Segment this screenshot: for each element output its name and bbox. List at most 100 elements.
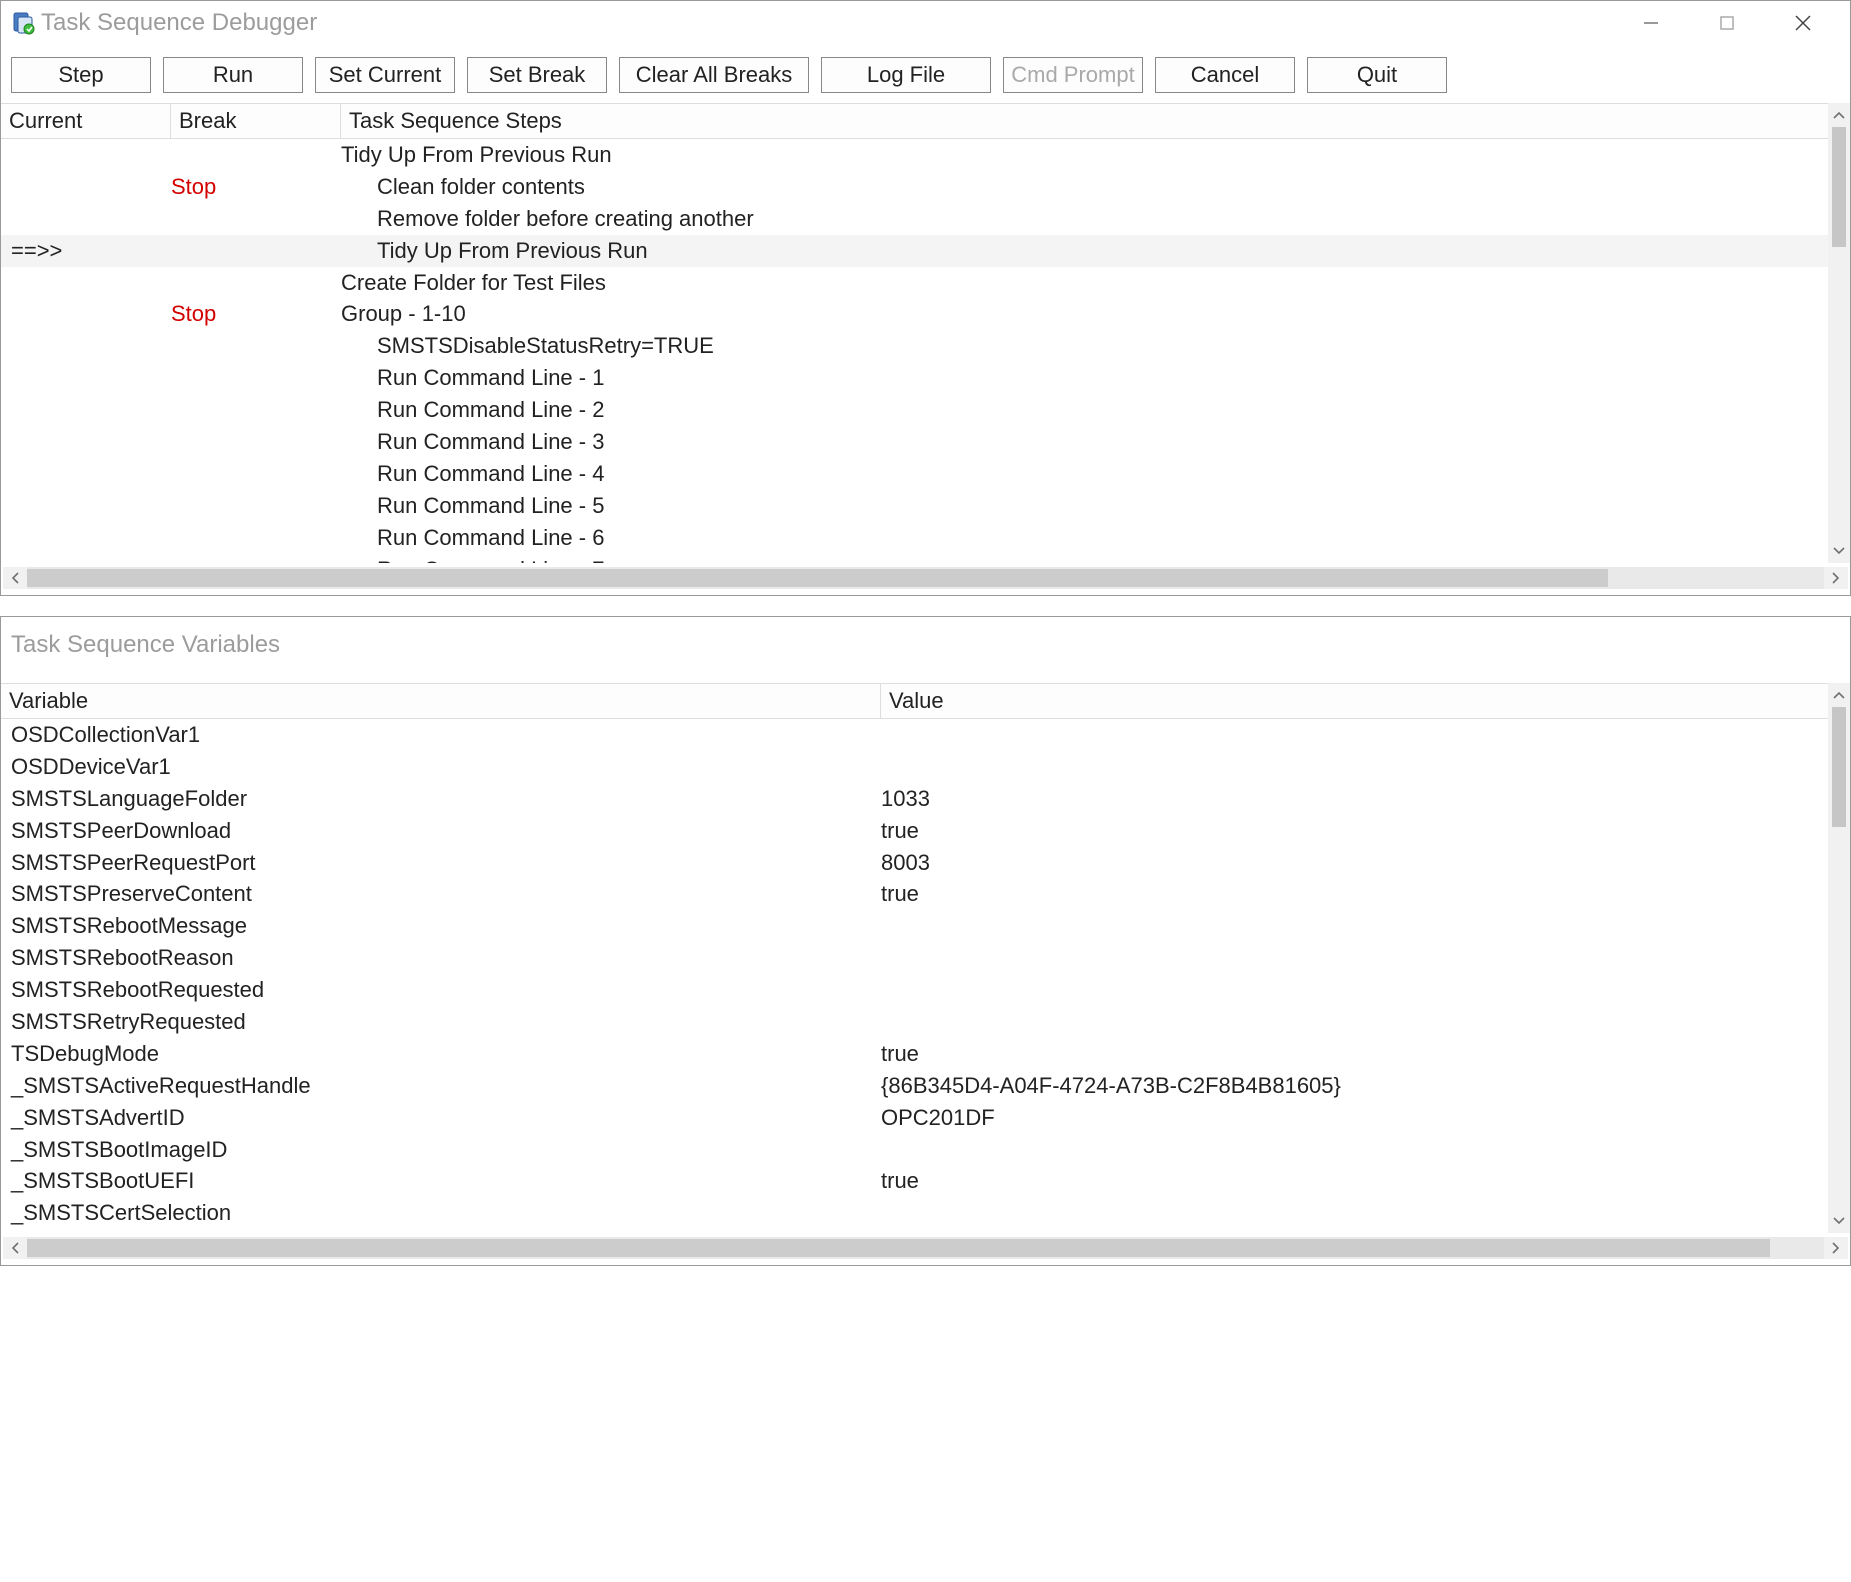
variable-row[interactable]: _SMSTSAdvertIDOPC201DF xyxy=(1,1102,1828,1134)
step-row[interactable]: Run Command Line - 4 xyxy=(1,458,1828,490)
variable-name: _SMSTSAdvertID xyxy=(1,1102,881,1134)
col-break[interactable]: Break xyxy=(171,104,341,138)
scroll-right-icon[interactable] xyxy=(1824,1242,1848,1254)
variable-row[interactable]: _SMSTSBootUEFItrue xyxy=(1,1165,1828,1197)
variable-row[interactable]: _SMSTSCertSelection xyxy=(1,1197,1828,1229)
variable-row[interactable]: SMSTSRebootRequested xyxy=(1,974,1828,1006)
scroll-right-icon[interactable] xyxy=(1824,572,1848,584)
step-current-marker xyxy=(1,171,171,203)
variable-name: SMSTSRebootReason xyxy=(1,942,881,974)
variable-row[interactable]: SMSTSPreserveContenttrue xyxy=(1,878,1828,910)
step-current-marker xyxy=(1,298,171,330)
log-file-button[interactable]: Log File xyxy=(821,57,991,93)
scroll-up-icon[interactable] xyxy=(1828,683,1850,707)
variable-row[interactable]: _SMSTSBootImageID xyxy=(1,1134,1828,1166)
variable-row[interactable]: SMSTSPeerDownloadtrue xyxy=(1,815,1828,847)
variable-name: SMSTSRebootMessage xyxy=(1,910,881,942)
step-current-marker xyxy=(1,522,171,554)
scroll-thumb-h[interactable] xyxy=(27,1239,1770,1257)
step-current-marker xyxy=(1,267,171,299)
step-text: Run Command Line - 7 xyxy=(341,554,1828,563)
step-text: Clean folder contents xyxy=(341,171,1828,203)
run-button[interactable]: Run xyxy=(163,57,303,93)
cancel-button[interactable]: Cancel xyxy=(1155,57,1295,93)
variable-name: _SMSTSBootUEFI xyxy=(1,1165,881,1197)
step-row[interactable]: Run Command Line - 5 xyxy=(1,490,1828,522)
variable-value: true xyxy=(881,878,1828,910)
variable-row[interactable]: _SMSTSActiveRequestHandle{86B345D4-A04F-… xyxy=(1,1070,1828,1102)
scroll-left-icon[interactable] xyxy=(3,1242,27,1254)
step-row[interactable]: Tidy Up From Previous Run xyxy=(1,139,1828,171)
variable-value xyxy=(881,719,1828,751)
step-row[interactable]: StopGroup - 1-10 xyxy=(1,298,1828,330)
variables-vertical-scrollbar[interactable] xyxy=(1828,683,1850,1233)
step-text: Remove folder before creating another xyxy=(341,203,1828,235)
set-current-button[interactable]: Set Current xyxy=(315,57,455,93)
quit-button[interactable]: Quit xyxy=(1307,57,1447,93)
col-current[interactable]: Current xyxy=(1,104,171,138)
variable-value: 8003 xyxy=(881,847,1828,879)
variable-value: 1033 xyxy=(881,783,1828,815)
set-break-button[interactable]: Set Break xyxy=(467,57,607,93)
step-break-marker xyxy=(171,394,341,426)
maximize-button[interactable] xyxy=(1704,7,1750,39)
steps-horizontal-scrollbar[interactable] xyxy=(3,567,1848,589)
scroll-thumb[interactable] xyxy=(1832,707,1846,827)
scroll-down-icon[interactable] xyxy=(1828,1209,1850,1233)
col-variable[interactable]: Variable xyxy=(1,684,881,718)
step-current-marker: ==>> xyxy=(1,235,171,267)
scroll-thumb[interactable] xyxy=(1832,127,1846,247)
variable-row[interactable]: SMSTSRebootMessage xyxy=(1,910,1828,942)
variable-row[interactable]: SMSTSLanguageFolder1033 xyxy=(1,783,1828,815)
close-button[interactable] xyxy=(1780,7,1826,39)
step-row[interactable]: Remove folder before creating another xyxy=(1,203,1828,235)
minimize-button[interactable] xyxy=(1628,7,1674,39)
step-row[interactable]: Run Command Line - 7 xyxy=(1,554,1828,563)
step-row[interactable]: Run Command Line - 1 xyxy=(1,362,1828,394)
step-row[interactable]: Run Command Line - 6 xyxy=(1,522,1828,554)
step-current-marker xyxy=(1,554,171,563)
variable-name: SMSTSPeerRequestPort xyxy=(1,847,881,879)
variables-columns-header: Variable Value xyxy=(1,683,1828,719)
step-button[interactable]: Step xyxy=(11,57,151,93)
variables-horizontal-scrollbar[interactable] xyxy=(3,1237,1848,1259)
variable-value: true xyxy=(881,815,1828,847)
step-text: Run Command Line - 1 xyxy=(341,362,1828,394)
step-break-marker xyxy=(171,490,341,522)
step-row[interactable]: Run Command Line - 3 xyxy=(1,426,1828,458)
scroll-down-icon[interactable] xyxy=(1828,539,1850,563)
step-row[interactable]: Create Folder for Test Files xyxy=(1,267,1828,299)
variable-row[interactable]: OSDCollectionVar1 xyxy=(1,719,1828,751)
scroll-thumb-h[interactable] xyxy=(27,569,1608,587)
step-current-marker xyxy=(1,203,171,235)
variable-row[interactable]: SMSTSRebootReason xyxy=(1,942,1828,974)
clear-all-breaks-button[interactable]: Clear All Breaks xyxy=(619,57,809,93)
variable-row[interactable]: SMSTSRetryRequested xyxy=(1,1006,1828,1038)
step-current-marker xyxy=(1,490,171,522)
scroll-up-icon[interactable] xyxy=(1828,103,1850,127)
scroll-left-icon[interactable] xyxy=(3,572,27,584)
step-text: Run Command Line - 2 xyxy=(341,394,1828,426)
step-current-marker xyxy=(1,394,171,426)
step-row[interactable]: StopClean folder contents xyxy=(1,171,1828,203)
variable-row[interactable]: OSDDeviceVar1 xyxy=(1,751,1828,783)
variables-list[interactable]: Variable Value OSDCollectionVar1OSDDevic… xyxy=(1,683,1828,1233)
step-break-marker xyxy=(171,139,341,171)
window-title: Task Sequence Debugger xyxy=(41,9,1628,37)
col-value[interactable]: Value xyxy=(881,684,1828,718)
variable-name: _SMSTSCertSelection xyxy=(1,1197,881,1229)
variable-row[interactable]: SMSTSPeerRequestPort8003 xyxy=(1,847,1828,879)
variable-value: {86B345D4-A04F-4724-A73B-C2F8B4B81605} xyxy=(881,1070,1828,1102)
steps-list[interactable]: Current Break Task Sequence Steps Tidy U… xyxy=(1,103,1828,563)
steps-vertical-scrollbar[interactable] xyxy=(1828,103,1850,563)
step-row[interactable]: SMSTSDisableStatusRetry=TRUE xyxy=(1,330,1828,362)
step-text: Run Command Line - 4 xyxy=(341,458,1828,490)
step-row[interactable]: ==>> Tidy Up From Previous Run xyxy=(1,235,1828,267)
col-steps[interactable]: Task Sequence Steps xyxy=(341,104,1828,138)
step-row[interactable]: Run Command Line - 2 xyxy=(1,394,1828,426)
variable-name: OSDCollectionVar1 xyxy=(1,719,881,751)
titlebar: Task Sequence Debugger xyxy=(1,1,1850,47)
step-text: Tidy Up From Previous Run xyxy=(341,235,1828,267)
variable-row[interactable]: TSDebugModetrue xyxy=(1,1038,1828,1070)
variable-value xyxy=(881,910,1828,942)
